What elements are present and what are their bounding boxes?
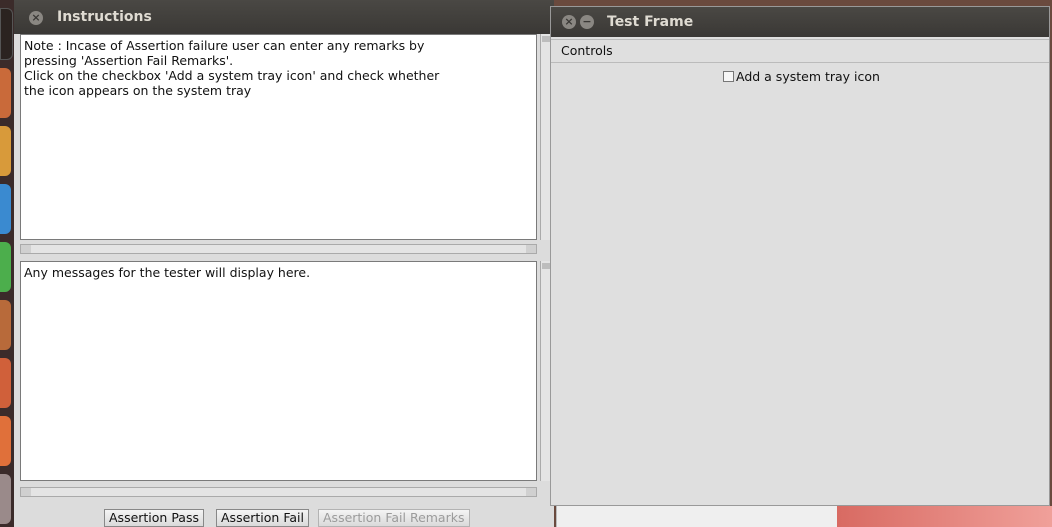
launcher-app-icon[interactable] (0, 416, 11, 466)
instructions-hscroll[interactable] (20, 244, 537, 254)
launcher-app-icon[interactable] (0, 358, 11, 408)
test-frame-titlebar[interactable]: × − Test Frame (551, 7, 1049, 37)
instructions-textarea[interactable]: Note : Incase of Assertion failure user … (20, 34, 537, 240)
messages-hscroll[interactable] (20, 487, 537, 497)
launcher-app-icon[interactable] (0, 68, 11, 118)
assertion-pass-button[interactable]: Assertion Pass (104, 509, 204, 527)
launcher-bar (0, 0, 14, 527)
launcher-app-icon[interactable] (0, 300, 11, 350)
system-tray-checkbox-row[interactable]: Add a system tray icon (723, 69, 880, 84)
minimize-icon[interactable]: − (580, 15, 594, 29)
desktop-wallpaper (836, 506, 1052, 527)
close-icon[interactable]: × (29, 11, 43, 25)
window-title: Instructions (57, 9, 152, 25)
window-title: Test Frame (607, 14, 694, 30)
assertion-fail-button[interactable]: Assertion Fail (216, 509, 309, 527)
launcher-app-icon[interactable] (0, 242, 11, 292)
instructions-titlebar[interactable]: × Instructions (14, 0, 554, 34)
launcher-app-icon[interactable] (0, 474, 11, 524)
system-tray-checkbox[interactable] (723, 71, 734, 82)
close-icon[interactable]: × (562, 15, 576, 29)
launcher-app-icon[interactable] (0, 126, 11, 176)
messages-textarea[interactable]: Any messages for the tester will display… (20, 261, 537, 481)
controls-panel-label: Controls (551, 39, 1049, 63)
test-frame-window: × − Test Frame Controls Add a system tra… (550, 6, 1050, 506)
instructions-window: × Instructions Note : Incase of Assertio… (14, 0, 554, 527)
launcher-app-icon[interactable] (0, 184, 11, 234)
background-window-strip (556, 506, 837, 527)
system-tray-checkbox-label[interactable]: Add a system tray icon (736, 69, 880, 84)
launcher-dash-icon[interactable] (0, 8, 13, 60)
assertion-fail-remarks-button[interactable]: Assertion Fail Remarks (318, 509, 470, 527)
